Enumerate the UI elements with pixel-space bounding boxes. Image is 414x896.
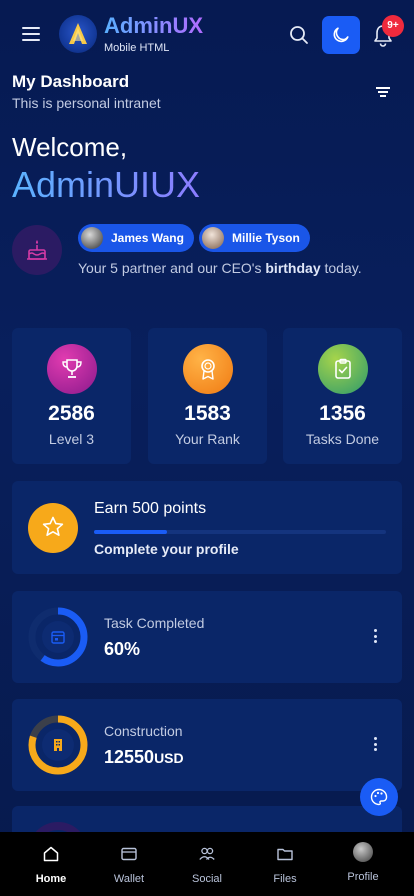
medal-icon — [183, 344, 233, 394]
card-value-number: 60% — [104, 639, 141, 659]
earn-progress-fill — [94, 530, 167, 534]
birthday-person-name: Millie Tyson — [232, 231, 300, 245]
page-subtitle: This is personal intranet — [12, 95, 161, 111]
wallet-icon — [121, 847, 137, 861]
stat-label: Level 3 — [48, 431, 95, 447]
stat-label: Your Rank — [175, 431, 240, 447]
construction-card[interactable]: Construction 12550USD — [12, 699, 402, 791]
birthday-text-suffix: today. — [324, 260, 362, 276]
stat-card-rank[interactable]: 1583 Your Rank — [148, 328, 267, 464]
card-value: 60% — [104, 639, 140, 660]
stat-value: 2586 — [48, 402, 95, 425]
progress-ring — [28, 715, 88, 775]
palette-icon — [370, 788, 388, 806]
earn-progress-bar — [94, 530, 386, 534]
nav-files[interactable]: Files — [246, 832, 324, 896]
theme-palette-button[interactable] — [360, 778, 398, 816]
more-options-icon[interactable] — [374, 737, 378, 753]
avatar — [202, 227, 224, 249]
progress-ring — [28, 607, 88, 667]
card-label: Construction — [104, 723, 183, 739]
birthday-text-bold: birthday — [265, 260, 321, 276]
stat-label: Tasks Done — [305, 431, 380, 447]
trophy-icon — [47, 344, 97, 394]
card-value-unit: USD — [154, 750, 184, 766]
nav-label: Wallet — [113, 873, 145, 885]
notification-badge: 9+ — [382, 15, 404, 37]
folder-icon — [277, 848, 293, 861]
stat-value: 1356 — [319, 402, 366, 425]
page-title: My Dashboard — [12, 72, 130, 91]
earn-points-card[interactable]: Earn 500 points Complete your profile — [12, 481, 402, 574]
nav-profile[interactable]: Profile — [324, 832, 402, 896]
filter-icon[interactable] — [376, 87, 390, 97]
people-icon — [199, 847, 215, 860]
earn-title: Earn 500 points — [94, 500, 207, 517]
nav-label: Profile — [347, 871, 379, 883]
search-icon[interactable] — [288, 24, 310, 46]
welcome-greeting: Welcome, — [12, 132, 128, 162]
home-icon — [43, 846, 59, 862]
nav-label: Home — [35, 873, 67, 885]
task-completed-card[interactable]: Task Completed 60% — [12, 591, 402, 683]
avatar — [353, 842, 373, 862]
calendar-icon — [42, 621, 74, 653]
nav-label: Social — [192, 873, 222, 885]
more-options-icon[interactable] — [374, 629, 378, 645]
logo-icon[interactable] — [59, 15, 97, 53]
card-value-number: 12550 — [104, 747, 155, 767]
cake-icon — [12, 225, 62, 275]
nav-wallet[interactable]: Wallet — [90, 832, 168, 896]
building-icon — [42, 729, 74, 761]
avatar — [81, 227, 103, 249]
top-header: AdminUX Mobile HTML 9+ — [0, 0, 414, 70]
card-label: Task Completed — [104, 615, 205, 631]
nav-social[interactable]: Social — [168, 832, 246, 896]
stat-card-tasks[interactable]: 1356 Tasks Done — [283, 328, 402, 464]
bottom-navigation: Home Wallet Social Files Profile — [0, 832, 414, 896]
stat-value: 1583 — [184, 402, 231, 425]
menu-icon[interactable] — [22, 27, 40, 41]
birthday-text-prefix: Your 5 partner and our CEO's — [78, 260, 262, 276]
nav-label: Files — [273, 873, 297, 885]
birthday-message: Your 5 partner and our CEO's birthday to… — [78, 260, 362, 276]
earn-subtitle[interactable]: Complete your profile — [94, 541, 239, 557]
clipboard-check-icon — [318, 344, 368, 394]
nav-home[interactable]: Home — [12, 832, 90, 896]
dark-mode-toggle[interactable] — [322, 16, 360, 54]
brand-title: AdminUX — [104, 13, 203, 38]
star-icon — [28, 503, 78, 553]
stat-card-level[interactable]: 2586 Level 3 — [12, 328, 131, 464]
card-value: 12550USD — [104, 747, 184, 768]
birthday-chip-millie[interactable]: Millie Tyson — [199, 224, 310, 252]
birthday-chip-james[interactable]: James Wang — [78, 224, 194, 252]
welcome-name: AdminUIUX — [12, 164, 201, 205]
birthday-person-name: James Wang — [111, 231, 184, 245]
brand-subtitle: Mobile HTML — [104, 42, 170, 54]
moon-icon — [333, 27, 349, 43]
